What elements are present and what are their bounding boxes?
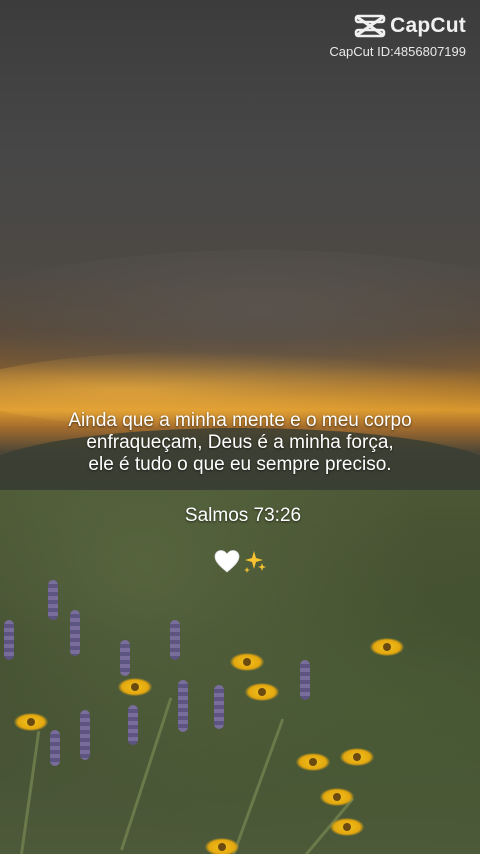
balsamroot-flower	[14, 705, 48, 739]
balsamroot-flower	[230, 645, 264, 679]
wildflower-meadow	[0, 490, 480, 854]
balsamroot-flower	[340, 740, 374, 774]
capcut-brand-row: CapCut	[329, 14, 466, 38]
emoji-row	[214, 549, 274, 577]
sparkles-icon	[244, 551, 266, 573]
bible-quote: Ainda que a minha mente e o meu corpo en…	[20, 410, 460, 476]
video-frame: CapCut CapCut ID:4856807199 Ainda que a …	[0, 0, 480, 854]
lupine-flower	[128, 705, 138, 745]
balsamroot-flower	[370, 630, 404, 664]
balsamroot-flower	[320, 780, 354, 814]
verse-reference: Salmos 73:26	[184, 505, 302, 526]
lupine-flower	[300, 660, 310, 700]
lupine-flower	[48, 580, 58, 620]
lupine-flower	[50, 730, 60, 766]
lupine-flower	[178, 680, 188, 732]
flower-stem	[20, 730, 41, 854]
quote-line: Ainda que a minha mente e o meu corpo	[68, 410, 412, 431]
capcut-logo-icon	[354, 14, 386, 38]
balsamroot-flower	[296, 745, 330, 779]
quote-line: enfraqueçam, Deus é a minha força,	[86, 432, 394, 453]
capcut-brand-text: CapCut	[390, 14, 466, 37]
lupine-flower	[70, 610, 80, 656]
lupine-flower	[214, 685, 224, 729]
white-heart-icon	[214, 550, 240, 573]
balsamroot-flower	[205, 830, 239, 854]
balsamroot-flower	[118, 670, 152, 704]
quote-line: ele é tudo o que eu sempre preciso.	[88, 454, 392, 475]
capcut-watermark: CapCut CapCut ID:4856807199	[329, 14, 466, 59]
balsamroot-flower	[330, 810, 364, 844]
balsamroot-flower	[245, 675, 279, 709]
lupine-flower	[170, 620, 180, 660]
capcut-id-text: CapCut ID:4856807199	[329, 44, 466, 59]
lupine-flower	[4, 620, 14, 660]
lupine-flower	[80, 710, 90, 760]
